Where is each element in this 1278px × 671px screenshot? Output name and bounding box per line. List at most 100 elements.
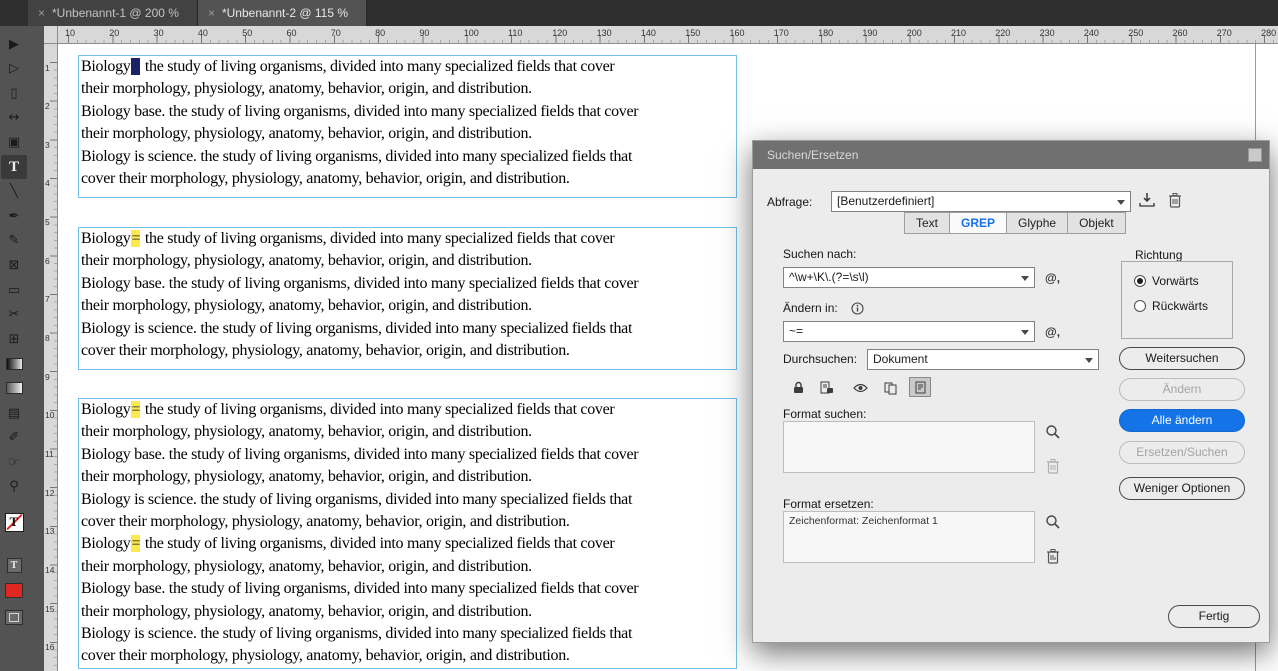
ruler-number: 10 — [65, 28, 76, 38]
line-tool[interactable]: ╲ — [1, 180, 27, 204]
hand-tool[interactable]: ☞ — [1, 450, 27, 474]
ruler-number: 130 — [596, 28, 612, 38]
change-to-value: ~= — [789, 324, 804, 338]
text-line: Biology base. the study of living organi… — [81, 274, 639, 292]
ruler-origin-box[interactable] — [44, 26, 58, 44]
pencil-tool[interactable]: ✎ — [1, 229, 27, 253]
gap-tool[interactable]: ↔ — [1, 106, 27, 130]
ruler-number: 13 — [45, 526, 55, 537]
rectangle-frame-tool[interactable]: ⊠ — [1, 253, 27, 277]
direct-selection-tool[interactable]: ▷ — [1, 57, 27, 81]
fewer-options-button[interactable]: Weniger Optionen — [1119, 477, 1245, 500]
horizontal-ruler[interactable]: 10 20 30 40 50 60 70 80 90 100 110 120 130 140 150 160 1… — [44, 26, 1278, 44]
vertical-ruler[interactable]: 1 2 3 4 5 6 7 8 9 10 11 12 13 14 15 16 — [44, 44, 58, 671]
text-line: Biology is science. the study of living … — [81, 319, 633, 337]
ruler-number: 170 — [773, 28, 789, 38]
dropdown-caret-icon — [1021, 330, 1029, 339]
save-query-icon[interactable] — [1137, 191, 1157, 209]
dropdown-caret-icon — [1085, 358, 1093, 367]
gradient-tool[interactable] — [1, 352, 27, 376]
dropdown-caret-icon — [1021, 276, 1029, 285]
note-tool[interactable]: ▤ — [1, 401, 27, 425]
rectangle-tool[interactable]: ▭ — [1, 278, 27, 302]
ruler-number: 70 — [330, 28, 341, 38]
text-line: their morphology, physiology, anatomy, b… — [81, 602, 532, 620]
ruler-number: 190 — [862, 28, 878, 38]
ruler-number: 6 — [45, 255, 50, 266]
close-tab-icon[interactable]: × — [38, 6, 45, 20]
change-find-button: Ersetzen/Suchen — [1119, 441, 1245, 464]
ruler-number: 3 — [45, 139, 50, 150]
ruler-number: 60 — [286, 28, 297, 38]
text-line: Biology= the study of living organisms, … — [81, 58, 615, 75]
scissors-tool[interactable]: ✂ — [1, 303, 27, 327]
content-collector-tool[interactable]: ▣ — [1, 130, 27, 154]
page-tool[interactable]: ▯ — [1, 81, 27, 105]
change-all-button[interactable]: Alle ändern — [1119, 409, 1245, 432]
radio-forward[interactable] — [1134, 275, 1146, 287]
highlighted-match-character: = — [131, 230, 141, 247]
find-next-button[interactable]: Weitersuchen — [1119, 347, 1245, 370]
fill-stroke-proxy[interactable]: T — [1, 510, 27, 534]
clear-change-format-icon[interactable] — [1046, 548, 1064, 566]
free-transform-tool[interactable]: ⊞ — [1, 327, 27, 351]
applied-color-swatch[interactable] — [1, 578, 27, 602]
tab-objekt[interactable]: Objekt — [1067, 212, 1126, 234]
screen-mode-icon[interactable] — [1, 605, 27, 629]
delete-query-icon[interactable] — [1165, 191, 1185, 209]
ruler-number: 90 — [419, 28, 430, 38]
gradient-feather-tool[interactable] — [1, 376, 27, 400]
dialog-titlebar[interactable]: Suchen/Ersetzen — [753, 141, 1269, 169]
radio-backward[interactable] — [1134, 300, 1146, 312]
zoom-tool[interactable]: ⚲ — [1, 475, 27, 499]
text-frame[interactable]: Biology= the study of living organisms, … — [78, 227, 737, 370]
eyedropper-tool[interactable]: ✐ — [1, 426, 27, 450]
query-dropdown[interactable]: [Benutzerdefiniert] — [831, 191, 1131, 212]
radio-backward-label[interactable]: Rückwärts — [1152, 299, 1208, 313]
document-tab[interactable]: × *Unbenannt-2 @ 115 % — [197, 0, 368, 26]
dialog-close-button[interactable] — [1248, 148, 1262, 162]
tab-text[interactable]: Text — [904, 212, 951, 234]
specify-find-format-icon[interactable] — [1045, 424, 1063, 442]
ruler-number: 9 — [45, 371, 50, 382]
tab-glyphe[interactable]: Glyphe — [1006, 212, 1069, 234]
selection-tool[interactable]: ▶ — [1, 32, 27, 56]
include-locked-stories-icon[interactable] — [815, 377, 837, 397]
include-locked-layers-icon[interactable] — [787, 377, 809, 397]
tab-grep[interactable]: GREP — [949, 212, 1008, 234]
text-line: their morphology, physiology, anatomy, b… — [81, 557, 532, 575]
find-format-box[interactable] — [783, 421, 1035, 473]
text-frame[interactable]: Biology= the study of living organisms, … — [78, 55, 737, 198]
ruler-number: 180 — [818, 28, 834, 38]
change-format-box[interactable]: Zeichenformat: Zeichenformat 1 — [783, 511, 1035, 563]
info-icon — [847, 299, 867, 317]
clear-find-format-icon — [1046, 458, 1064, 476]
pen-tool[interactable]: ✒ — [1, 204, 27, 228]
done-button[interactable]: Fertig — [1168, 605, 1260, 628]
formatting-affects-text-icon[interactable]: T — [1, 553, 27, 577]
change-to-input[interactable]: ~= — [783, 321, 1035, 342]
close-tab-icon[interactable]: × — [208, 6, 215, 20]
ruler-number: 280 — [1261, 28, 1277, 38]
ruler-number: 210 — [951, 28, 967, 38]
text-frame[interactable]: Biology= the study of living organisms, … — [78, 398, 737, 669]
document-tab[interactable]: × *Unbenannt-1 @ 200 % — [28, 0, 198, 26]
find-what-input[interactable]: ^\w+\K\.(?=\s\l) — [783, 267, 1035, 288]
ruler-number: 270 — [1216, 28, 1232, 38]
ruler-number: 40 — [197, 28, 208, 38]
include-footnotes-icon[interactable] — [909, 377, 931, 397]
include-master-pages-icon[interactable] — [879, 377, 901, 397]
search-scope-dropdown[interactable]: Dokument — [867, 349, 1099, 370]
ruler-number: 230 — [1039, 28, 1055, 38]
specify-change-format-icon[interactable] — [1045, 514, 1063, 532]
text-line: cover their morphology, physiology, anat… — [81, 512, 570, 530]
radio-forward-label[interactable]: Vorwärts — [1152, 274, 1199, 288]
type-tool[interactable]: T — [1, 155, 27, 179]
ruler-number: 220 — [995, 28, 1011, 38]
ruler-number: 5 — [45, 217, 50, 228]
ruler-number: 15 — [45, 603, 55, 614]
include-hidden-layers-icon[interactable] — [849, 377, 871, 397]
text-line: their morphology, physiology, anatomy, b… — [81, 468, 532, 486]
change-special-characters-icon[interactable]: @, — [1045, 325, 1060, 339]
find-special-characters-icon[interactable]: @, — [1045, 271, 1060, 285]
